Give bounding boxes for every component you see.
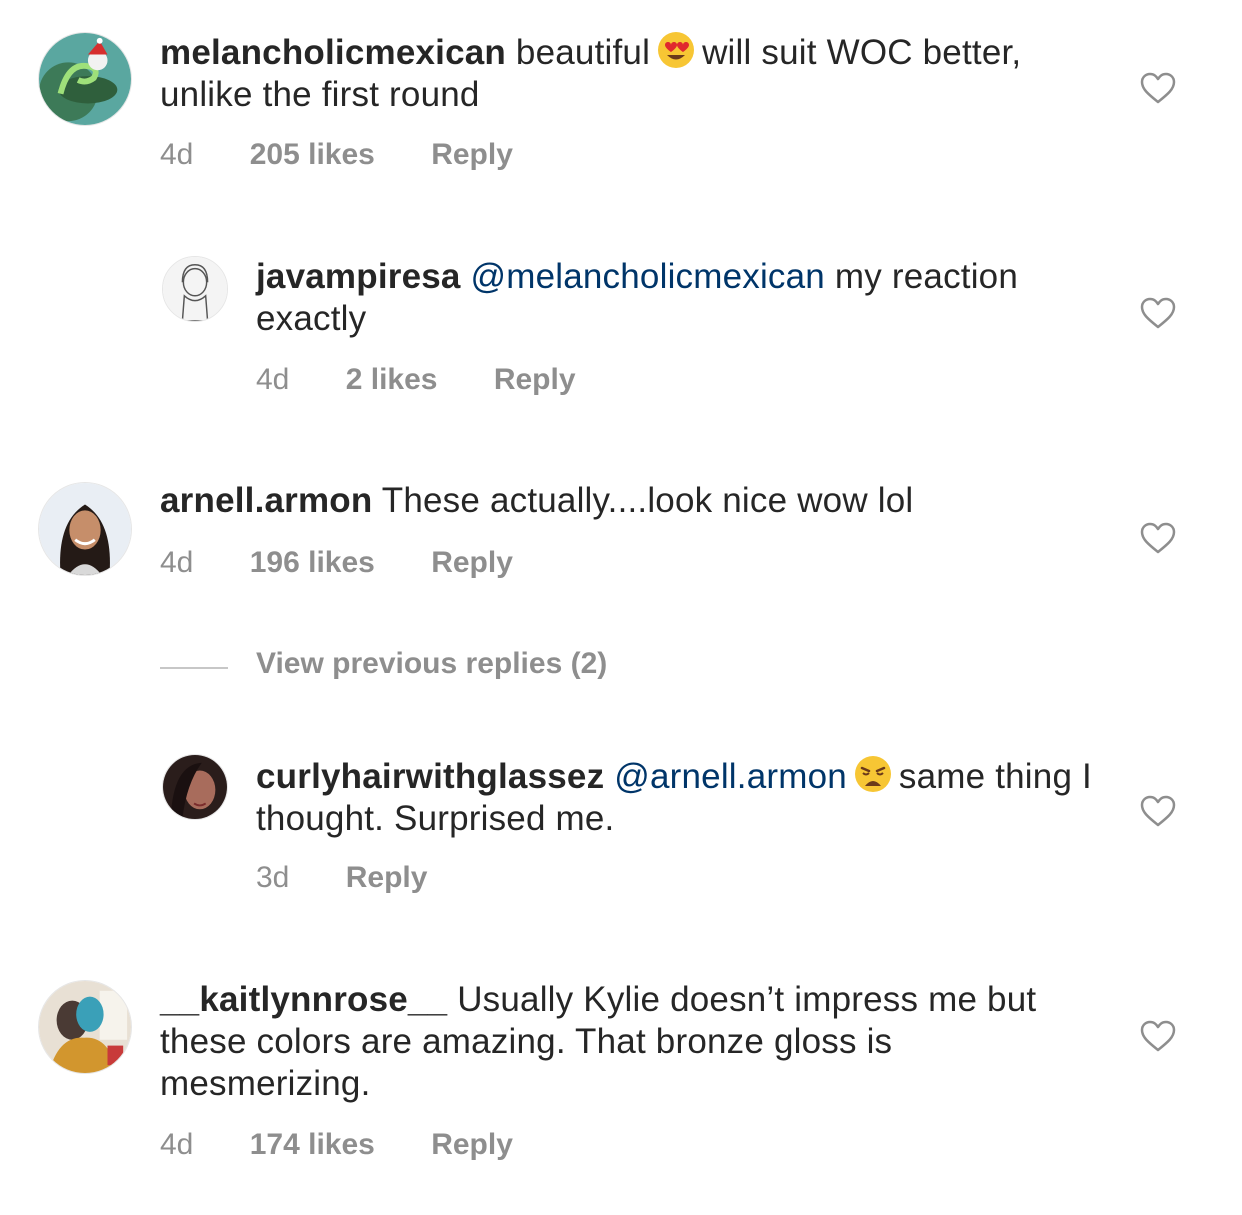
reply-button[interactable]: Reply (494, 363, 576, 397)
avatar[interactable] (38, 32, 132, 126)
comment-body: These actually....look nice wow lol (381, 481, 914, 520)
comment-username[interactable]: arnell.armon (160, 481, 372, 520)
view-previous-replies-label[interactable]: View previous replies (2) (256, 647, 607, 681)
avatar[interactable] (162, 754, 228, 820)
comment-time: 4d (160, 138, 194, 171)
like-heart-icon[interactable] (1140, 522, 1176, 554)
comment-meta: 3d Reply (256, 861, 475, 895)
comment-likes[interactable]: 174 likes (250, 1128, 375, 1162)
divider-line (160, 667, 228, 669)
comment-mention[interactable]: @melancholicmexican (471, 257, 825, 296)
heart-eyes-emoji-icon (656, 30, 696, 70)
comment-text: curlyhairwithglassez @arnell.armon same t… (256, 754, 1116, 840)
comment-meta: 4d 174 likes Reply (160, 1128, 561, 1162)
comment-username[interactable]: curlyhairwithglassez (256, 757, 604, 796)
reply-button[interactable]: Reply (431, 1128, 513, 1162)
reply-button[interactable]: Reply (431, 138, 513, 172)
weary-face-emoji-icon (853, 754, 893, 794)
comment-meta: 4d 2 likes Reply (256, 363, 624, 397)
comment-time: 4d (160, 1128, 194, 1161)
comment-text: __kaitlynnrose__ Usually Kylie doesn’t i… (160, 979, 1090, 1105)
comment-text: melancholicmexican beautiful will suit WO… (160, 30, 1060, 116)
like-heart-icon[interactable] (1140, 72, 1176, 104)
comment-username[interactable]: __kaitlynnrose__ (160, 980, 447, 1019)
comment-time: 3d (256, 861, 290, 894)
reply-button[interactable]: Reply (346, 861, 428, 895)
like-heart-icon[interactable] (1140, 1020, 1176, 1052)
comment-time: 4d (256, 363, 290, 396)
comment-likes[interactable]: 2 likes (346, 363, 438, 397)
comment-meta: 4d 196 likes Reply (160, 546, 561, 580)
avatar[interactable] (162, 256, 228, 322)
comment-text: arnell.armon These actually....look nice… (160, 480, 1060, 522)
comment-text: javampiresa @melancholicmexican my react… (256, 256, 1116, 340)
like-heart-icon[interactable] (1140, 795, 1176, 827)
comment-body: beautiful (515, 33, 651, 72)
reply-button[interactable]: Reply (431, 546, 513, 580)
comment-likes[interactable]: 205 likes (250, 138, 375, 172)
comment-mention[interactable]: @arnell.armon (614, 757, 847, 796)
comment-time: 4d (160, 546, 194, 579)
avatar[interactable] (38, 980, 132, 1074)
avatar[interactable] (38, 482, 132, 576)
like-heart-icon[interactable] (1140, 297, 1176, 329)
comment-likes[interactable]: 196 likes (250, 546, 375, 580)
comment-meta: 4d 205 likes Reply (160, 138, 561, 172)
comment-username[interactable]: melancholicmexican (160, 33, 506, 72)
comment-username[interactable]: javampiresa (256, 257, 461, 296)
